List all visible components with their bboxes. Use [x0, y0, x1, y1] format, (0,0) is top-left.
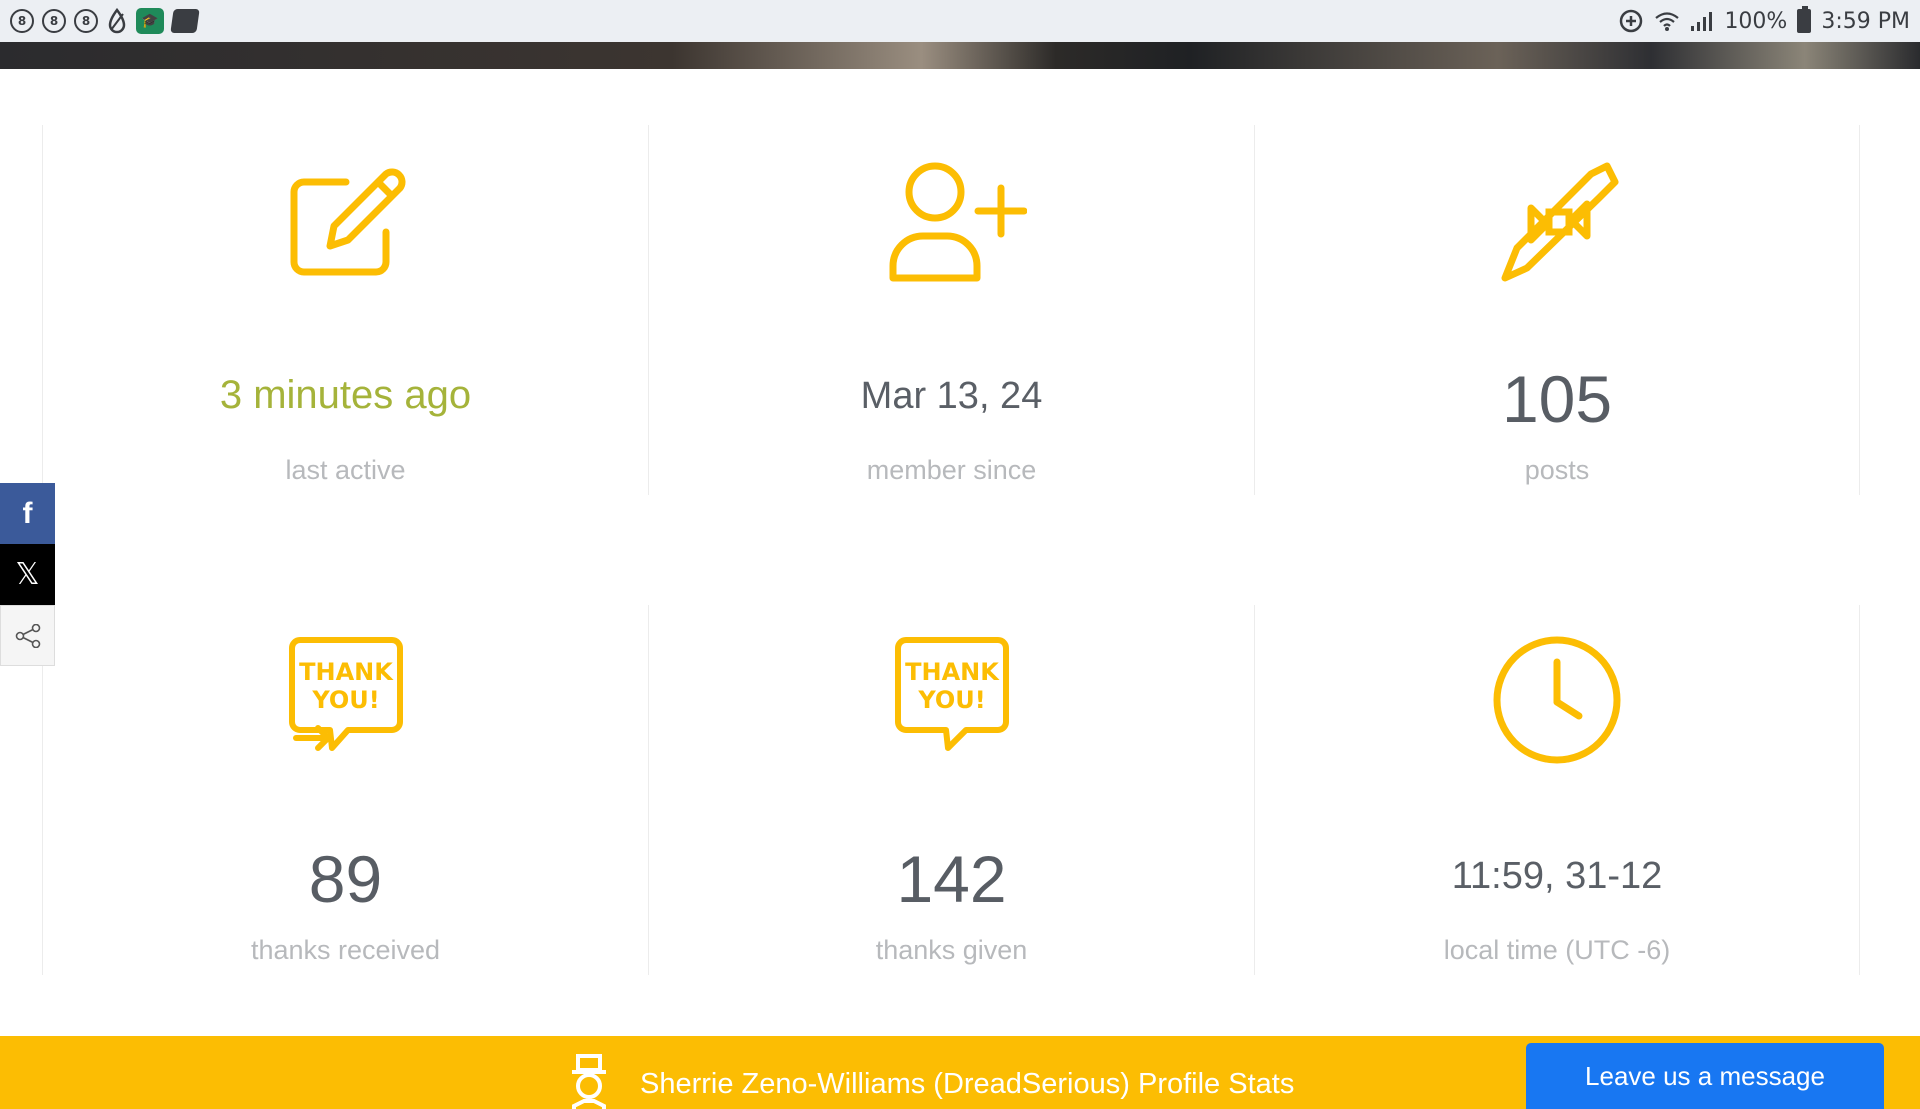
stat-thanks-received: THANK YOU! 89 thanks received — [42, 605, 648, 975]
stat-label: thanks given — [875, 935, 1028, 965]
gentleman-icon — [572, 1054, 606, 1109]
stat-value: 105 — [1501, 362, 1613, 436]
stat-label: member since — [866, 455, 1037, 485]
badge-count: 8 — [17, 14, 27, 28]
stat-thanks-given: THANK YOU! 142 thanks given — [648, 605, 1254, 975]
thank-you-line2: YOU! — [917, 686, 985, 714]
battery-icon — [1797, 6, 1812, 33]
rocket-bowtie-icon — [1482, 145, 1632, 295]
stats-row: THANK YOU! 89 thanks received THANK YOU!… — [42, 605, 1860, 975]
status-bar-right: 100% 3:59 PM — [1618, 6, 1910, 34]
thank-you-line2: YOU! — [311, 686, 379, 714]
stat-label: thanks received — [250, 935, 441, 965]
stat-value: 142 — [896, 842, 1007, 916]
battery-percent: 100% — [1724, 8, 1788, 34]
notification-badge-icon: 8 — [74, 9, 98, 33]
share-icon — [15, 623, 40, 648]
thank-you-given-icon: THANK YOU! — [877, 625, 1027, 775]
graduation-app-icon: 🎓 — [136, 8, 164, 34]
hero-image-strip — [0, 42, 1920, 69]
stat-label: local time (UTC -6) — [1443, 935, 1671, 965]
status-bar-left: 8 8 8 🎓 — [10, 8, 200, 34]
signal-icon — [1690, 10, 1714, 32]
notification-badge-icon: 8 — [10, 9, 34, 33]
clock-icon — [1482, 625, 1632, 775]
stat-last-active: 3 minutes ago last active — [42, 125, 648, 495]
badge-count: 8 — [81, 14, 91, 28]
stat-value: 11:59, 31-12 — [1451, 855, 1663, 897]
footer-title-group: Sherrie Zeno-Williams (DreadSerious) Pro… — [568, 1054, 1294, 1109]
profile-stats-grid: 3 minutes ago last active Mar 13, 24 mem… — [42, 125, 1860, 1085]
data-saver-icon — [1618, 8, 1644, 34]
add-user-icon — [877, 145, 1027, 295]
stat-local-time: 11:59, 31-12 local time (UTC -6) — [1254, 605, 1860, 975]
x-icon: 𝕏 — [15, 557, 40, 592]
notification-badge-icon: 8 — [42, 9, 66, 33]
status-bar: 8 8 8 🎓 100% 3:59 PM — [0, 0, 1920, 42]
stat-label: posts — [1524, 455, 1590, 485]
facebook-icon: f — [22, 496, 33, 530]
footer-title: Sherrie Zeno-Williams (DreadSerious) Pro… — [640, 1067, 1295, 1100]
badge-count: 8 — [49, 14, 59, 28]
x-share-button[interactable]: 𝕏 — [0, 544, 55, 605]
edit-icon — [271, 145, 421, 295]
stat-posts: 105 posts — [1254, 125, 1860, 495]
social-share-bar: f 𝕏 — [0, 483, 55, 666]
stat-value: 3 minutes ago — [219, 373, 472, 417]
facebook-share-button[interactable]: f — [0, 483, 55, 544]
stats-row: 3 minutes ago last active Mar 13, 24 mem… — [42, 125, 1860, 495]
thank-you-received-icon: THANK YOU! — [271, 625, 421, 775]
wifi-icon — [1654, 10, 1680, 32]
share-button[interactable] — [0, 605, 55, 666]
stat-member-since: Mar 13, 24 member since — [648, 125, 1254, 495]
water-drop-icon — [106, 8, 128, 34]
thank-you-line1: THANK — [299, 658, 394, 686]
layered-app-icon — [170, 9, 200, 33]
stat-value: 89 — [308, 842, 383, 916]
stat-value: Mar 13, 24 — [860, 375, 1043, 417]
leave-message-button[interactable]: Leave us a message — [1526, 1043, 1884, 1109]
thank-you-line1: THANK — [905, 658, 1000, 686]
stat-label: last active — [285, 455, 406, 485]
clock-time: 3:59 PM — [1821, 8, 1910, 34]
